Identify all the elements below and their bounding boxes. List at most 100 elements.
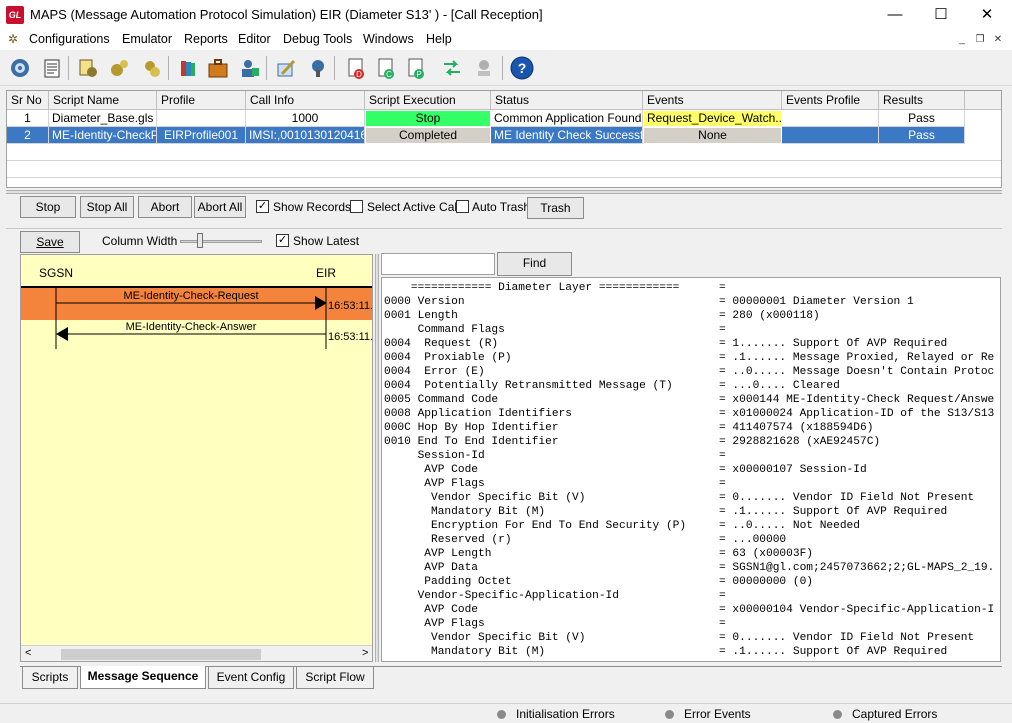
scroll-left-arrow[interactable]: <	[25, 647, 31, 659]
decode-field-name[interactable]: AVP Flags	[384, 617, 484, 631]
decode-field-name[interactable]: AVP Code	[384, 603, 478, 617]
decode-field-value[interactable]: =	[719, 449, 726, 463]
row1-stop-button[interactable]: Stop	[366, 111, 490, 126]
capture-arrows-icon[interactable]	[438, 54, 466, 82]
abort-button[interactable]: Abort	[138, 196, 192, 218]
auto-trash-checkbox[interactable]	[456, 200, 469, 213]
decode-field-value[interactable]: = x000144 ME-Identity-Check Request/Answ…	[719, 393, 994, 407]
decode-field-name[interactable]: ============ Diameter Layer ============	[384, 281, 680, 295]
decode-field-name[interactable]: 000C Hop By Hop Identifier	[384, 421, 559, 435]
row1-status[interactable]: Common Application Found	[491, 110, 643, 127]
menu-windows[interactable]: Windows	[363, 32, 414, 46]
decode-field-value[interactable]: = ...00000	[719, 533, 786, 547]
decode-field-value[interactable]: = x00000104 Vendor-Specific-Application-…	[719, 603, 994, 617]
decode-field-name[interactable]: AVP Data	[384, 561, 478, 575]
decode-field-name[interactable]: Vendor Specific Bit (V)	[384, 631, 585, 645]
row1-sr[interactable]: 1	[7, 110, 49, 127]
gears-icon[interactable]	[106, 54, 134, 82]
decode-field-value[interactable]: = 0....... Vendor ID Field Not Present	[719, 631, 974, 645]
column-header-status[interactable]: Status	[491, 91, 643, 110]
decode-field-name[interactable]: 0005 Command Code	[384, 393, 498, 407]
captured-errors[interactable]: Captured Errors	[852, 707, 937, 721]
decode-field-value[interactable]: =	[719, 589, 726, 603]
select-active-call-checkbox[interactable]	[350, 200, 363, 213]
show-records-checkbox[interactable]: ✓	[256, 200, 269, 213]
decode-field-name[interactable]: Vendor Specific Bit (V)	[384, 491, 585, 505]
document-d-icon[interactable]: D	[342, 54, 370, 82]
abort-all-button[interactable]: Abort All	[194, 196, 246, 218]
decode-field-name[interactable]: Command Flags	[384, 323, 505, 337]
mdi-close-button[interactable]: ✕	[990, 33, 1006, 47]
stop-button[interactable]: Stop	[20, 196, 76, 218]
decode-field-value[interactable]: = .1...... Support Of AVP Required	[719, 505, 947, 519]
row1-script-name[interactable]: Diameter_Base.gls	[49, 110, 157, 127]
decode-field-name[interactable]: Padding Octet	[384, 575, 511, 589]
save-button[interactable]: Save	[20, 231, 80, 253]
row2-status[interactable]: ME Identity Check Successful	[491, 127, 643, 144]
user-profile-icon[interactable]	[236, 54, 264, 82]
column-header-call-info[interactable]: Call Info	[246, 91, 365, 110]
mdi-restore-button[interactable]: ❐	[972, 33, 988, 47]
menu-help[interactable]: Help	[426, 32, 452, 46]
find-button[interactable]: Find	[497, 252, 572, 276]
menu-configurations[interactable]: Configurations	[29, 32, 110, 46]
decode-field-name[interactable]: 0010 End To End Identifier	[384, 435, 559, 449]
menu-reports[interactable]: Reports	[184, 32, 228, 46]
row2-results[interactable]: Pass	[879, 127, 965, 144]
row2-script-name[interactable]: ME-Identity-CheckPr...	[49, 127, 157, 144]
decode-field-value[interactable]: = 00000001 Diameter Version 1	[719, 295, 914, 309]
decode-field-value[interactable]: =	[719, 617, 726, 631]
row2-events[interactable]: None	[644, 128, 781, 143]
row1-results[interactable]: Pass	[879, 110, 965, 127]
gears-settings-icon[interactable]	[138, 54, 166, 82]
decode-field-name[interactable]: 0004 Proxiable (P)	[384, 351, 512, 365]
request-message-label[interactable]: ME-Identity-Check-Request	[123, 290, 258, 302]
settings-gear-icon[interactable]	[6, 54, 34, 82]
decode-field-value[interactable]: =	[719, 323, 726, 337]
panel-splitter[interactable]	[6, 190, 1002, 194]
menu-emulator[interactable]: Emulator	[122, 32, 172, 46]
answer-message-label[interactable]: ME-Identity-Check-Answer	[126, 321, 257, 333]
decode-field-name[interactable]: AVP Length	[384, 547, 491, 561]
decode-field-value[interactable]: = 411407574 (x188594D6)	[719, 421, 873, 435]
script-edit-icon[interactable]	[74, 54, 102, 82]
decode-field-name[interactable]: AVP Code	[384, 463, 478, 477]
decode-field-value[interactable]: = 1....... Support Of AVP Required	[719, 337, 947, 351]
column-header-script-name[interactable]: Script Name	[49, 91, 157, 110]
decode-field-name[interactable]: Encryption For End To End Security (P)	[384, 519, 686, 533]
column-header-events-profile[interactable]: Events Profile	[782, 91, 879, 110]
tab-scripts[interactable]: Scripts	[22, 667, 78, 689]
decode-field-name[interactable]: Reserved (r)	[384, 533, 512, 547]
tab-event-config[interactable]: Event Config	[208, 667, 294, 689]
close-button[interactable]: ✕	[964, 0, 1010, 30]
edit-pencil-icon[interactable]	[272, 54, 300, 82]
tab-script-flow[interactable]: Script Flow	[296, 667, 374, 689]
column-header-events[interactable]: Events	[643, 91, 782, 110]
row2-events-profile[interactable]	[782, 127, 879, 144]
decode-field-value[interactable]: = 0....... Vendor ID Field Not Present	[719, 491, 974, 505]
column-header-script-execution[interactable]: Script Execution	[365, 91, 491, 110]
decode-field-value[interactable]: = 00000000 (0)	[719, 575, 813, 589]
stop-all-button[interactable]: Stop All	[80, 196, 134, 218]
help-icon[interactable]: ?	[508, 54, 536, 82]
decode-field-value[interactable]: = ..0..... Not Needed	[719, 519, 860, 533]
error-events[interactable]: Error Events	[684, 707, 751, 721]
decode-field-name[interactable]: 0004 Request (R)	[384, 337, 498, 351]
find-input[interactable]	[381, 253, 495, 275]
decode-field-value[interactable]: =	[719, 281, 726, 295]
decode-field-name[interactable]: Mandatory Bit (M)	[384, 645, 545, 659]
decode-field-name[interactable]: 0004 Potentially Retransmitted Message (…	[384, 379, 673, 393]
briefcase-icon[interactable]	[204, 54, 232, 82]
row1-events-profile[interactable]	[782, 110, 879, 127]
row1-call-info[interactable]: 1000	[246, 110, 365, 127]
row2-call-info[interactable]: IMSI:,0010130120416...	[246, 127, 365, 144]
decode-field-value[interactable]: =	[719, 477, 726, 491]
column-header-sr-no[interactable]: Sr No	[7, 91, 49, 110]
tab-message-sequence[interactable]: Message Sequence	[80, 666, 206, 689]
decode-field-value[interactable]: = SGSN1@gl.com;2457073662;2;GL-MAPS_2_19…	[719, 561, 994, 575]
document-c-icon[interactable]: C	[372, 54, 400, 82]
maximize-button[interactable]: ☐	[918, 0, 964, 30]
decode-field-name[interactable]: 0000 Version	[384, 295, 465, 309]
decode-field-name[interactable]: Vendor-Specific-Application-Id	[384, 589, 619, 603]
decode-field-name[interactable]: 0004 Error (E)	[384, 365, 485, 379]
